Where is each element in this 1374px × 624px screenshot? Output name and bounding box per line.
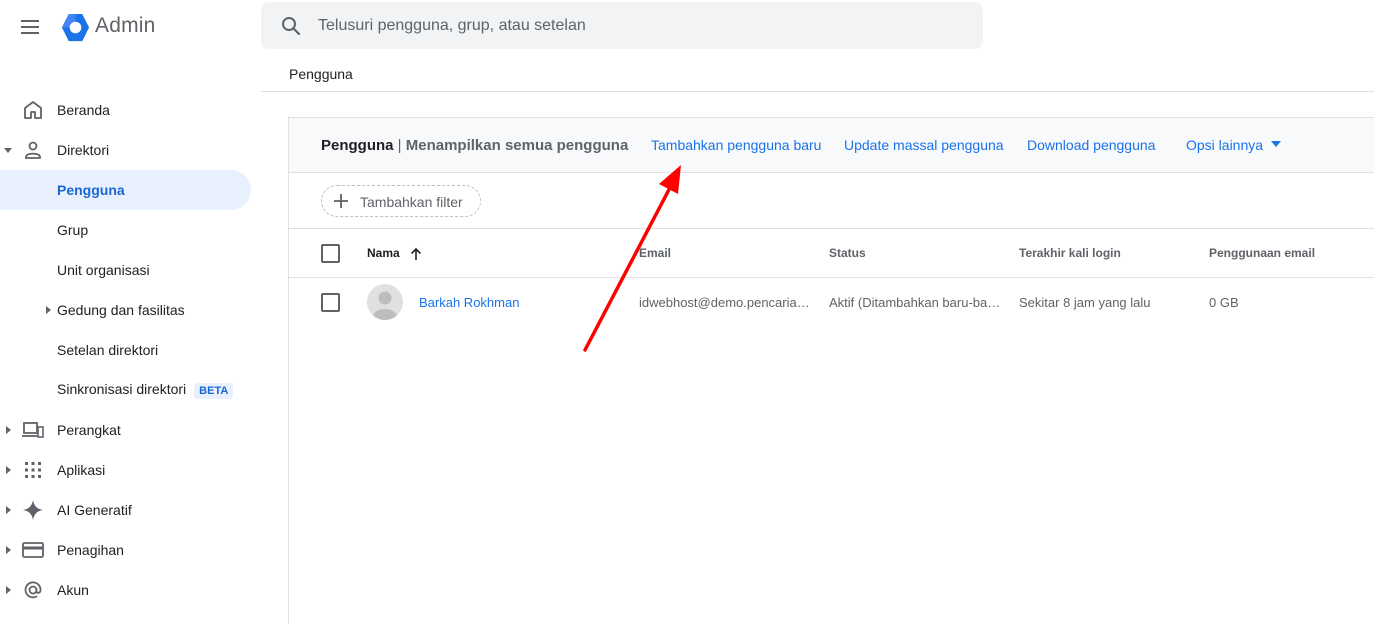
sidebar-item-direktori[interactable]: Direktori	[0, 130, 251, 170]
breadcrumb: Pengguna	[289, 66, 353, 82]
devices-icon	[22, 422, 44, 438]
table-row[interactable]: Barkah Rokhman idwebhost@demo.pencaria… …	[289, 278, 1374, 327]
user-name-link[interactable]: Barkah Rokhman	[419, 295, 619, 310]
sidebar-item-label: Direktori	[57, 142, 110, 158]
main-menu-icon[interactable]	[19, 16, 43, 38]
apps-grid-icon	[25, 462, 41, 478]
sidebar-item-label: Unit organisasi	[57, 262, 150, 278]
sidebar-item-grup[interactable]: Grup	[0, 210, 251, 250]
caret-right-icon[interactable]	[4, 426, 12, 434]
sidebar-item-label: AI Generatif	[57, 502, 132, 518]
plus-icon	[334, 194, 348, 208]
sidebar-item-label: Perangkat	[57, 422, 121, 438]
person-icon	[25, 141, 41, 159]
sidebar-item-akun[interactable]: Akun	[0, 570, 251, 610]
caret-right-icon[interactable]	[44, 306, 52, 314]
sidebar-item-label: Pengguna	[57, 182, 125, 198]
breadcrumb-divider	[261, 91, 1374, 92]
top-bar: Admin	[0, 0, 1374, 54]
sidebar-item-gedung-dan-fasilitas[interactable]: Gedung dan fasilitas	[0, 290, 251, 330]
sparkle-icon	[23, 500, 43, 520]
add-filter-button[interactable]: Tambahkan filter	[321, 185, 481, 217]
card-title-main: Pengguna	[321, 137, 394, 154]
caret-right-icon[interactable]	[4, 466, 12, 474]
card-title-separator: |	[393, 137, 406, 154]
at-sign-icon	[24, 581, 42, 599]
sidebar-item-sinkronisasi-direktori[interactable]: Sinkronisasi direktori BETA	[0, 370, 251, 410]
sidebar-item-label: Penagihan	[57, 542, 124, 558]
column-header-email[interactable]: Email	[639, 246, 671, 260]
credit-card-icon	[22, 542, 44, 558]
more-options-link[interactable]: Opsi lainnya	[1186, 137, 1263, 153]
avatar	[367, 284, 403, 320]
column-header-status[interactable]: Status	[829, 246, 866, 260]
sidebar-item-penagihan[interactable]: Penagihan	[0, 530, 251, 570]
admin-logo-icon	[61, 13, 90, 42]
default-avatar-icon	[373, 291, 397, 320]
user-email: idwebhost@demo.pencaria…	[639, 295, 810, 310]
sidebar-item-unit-organisasi[interactable]: Unit organisasi	[0, 250, 251, 290]
sidebar-item-label: Setelan direktori	[57, 342, 159, 358]
card-title: Pengguna | Menampilkan semua pengguna	[321, 137, 628, 154]
sidebar-item-label: Grup	[57, 222, 89, 238]
column-header-last-login[interactable]: Terakhir kali login	[1019, 246, 1121, 260]
sidebar-item-label: Aplikasi	[57, 462, 106, 478]
select-all-checkbox[interactable]	[321, 244, 340, 263]
sidebar-item-label: Beranda	[57, 102, 110, 118]
search-bar[interactable]	[261, 2, 983, 49]
sidebar-item-perangkat[interactable]: Perangkat	[0, 410, 251, 450]
download-users-link[interactable]: Download pengguna	[1027, 137, 1155, 153]
column-header-name[interactable]: Nama	[367, 246, 400, 260]
user-last-login: Sekitar 8 jam yang lalu	[1019, 295, 1151, 310]
user-email-usage: 0 GB	[1209, 295, 1239, 310]
sidebar-item-pengguna[interactable]: Pengguna	[0, 170, 251, 210]
sidebar-item-label-wrapper: Sinkronisasi direktori BETA	[57, 381, 234, 399]
user-status: Aktif (Ditambahkan baru-ba…	[829, 295, 1001, 310]
sidebar-item-ai-generatif[interactable]: AI Generatif	[0, 490, 251, 530]
sidebar-item-label: Gedung dan fasilitas	[57, 302, 185, 318]
sidebar-item-aplikasi[interactable]: Aplikasi	[0, 450, 251, 490]
caret-down-icon[interactable]	[4, 146, 12, 154]
sidebar-item-setelan-direktori[interactable]: Setelan direktori	[0, 330, 251, 370]
card-subtitle: Menampilkan semua pengguna	[405, 137, 629, 154]
dropdown-arrow-icon[interactable]	[1271, 141, 1281, 147]
row-checkbox[interactable]	[321, 293, 340, 312]
table-header-row: Nama Email Status Terakhir kali login Pe…	[289, 229, 1374, 278]
search-input[interactable]	[318, 2, 958, 49]
bulk-update-users-link[interactable]: Update massal pengguna	[844, 137, 1004, 153]
sidebar-item-beranda[interactable]: Beranda	[0, 90, 251, 130]
caret-right-icon[interactable]	[4, 586, 12, 594]
sort-ascending-icon[interactable]	[410, 247, 422, 261]
sidebar-item-label: Akun	[57, 582, 89, 598]
users-card-header: Pengguna | Menampilkan semua pengguna Ta…	[289, 117, 1374, 173]
add-filter-label: Tambahkan filter	[360, 194, 463, 210]
home-icon	[24, 101, 42, 119]
search-icon[interactable]	[279, 14, 303, 38]
beta-badge: BETA	[194, 382, 234, 399]
add-new-user-link[interactable]: Tambahkan pengguna baru	[651, 137, 821, 153]
column-header-email-usage[interactable]: Penggunaan email	[1209, 246, 1315, 260]
filter-bar: Tambahkan filter	[289, 173, 1374, 229]
sidebar-item-label: Sinkronisasi direktori	[57, 381, 187, 398]
caret-right-icon[interactable]	[4, 546, 12, 554]
app-title: Admin	[95, 14, 156, 37]
caret-right-icon[interactable]	[4, 506, 12, 514]
